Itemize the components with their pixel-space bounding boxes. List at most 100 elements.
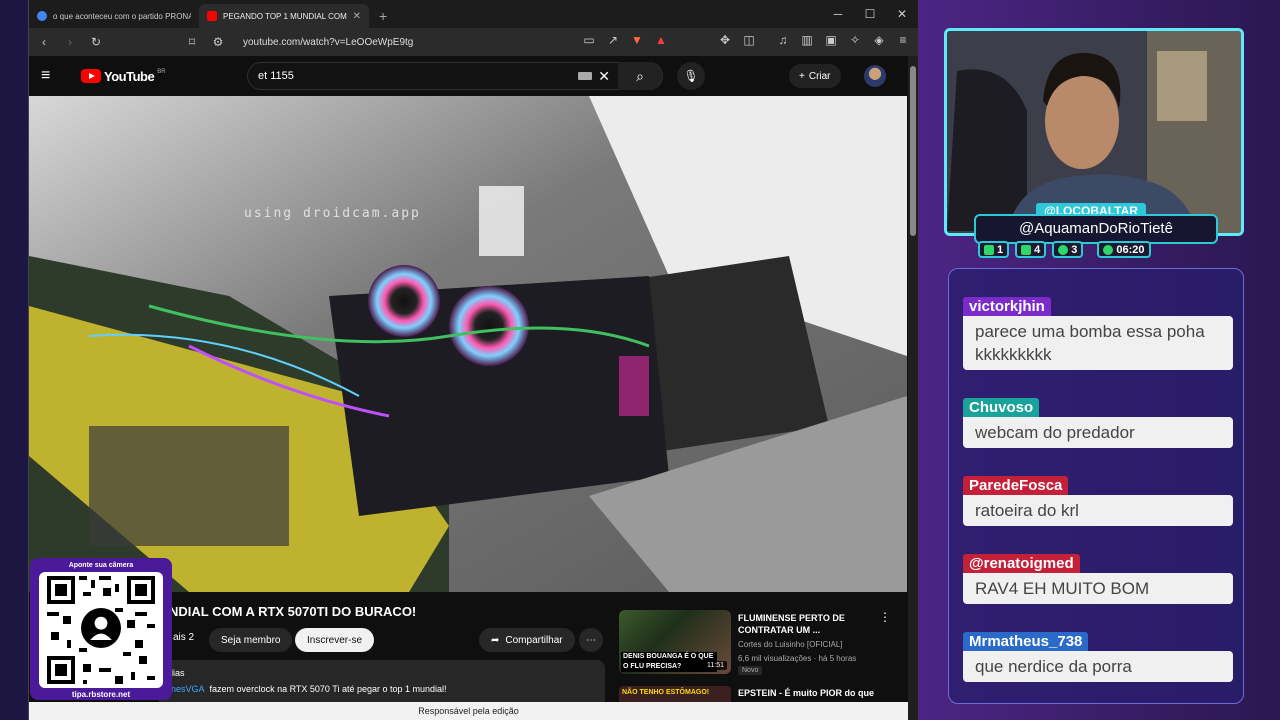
- share-icon: ➦: [491, 634, 500, 646]
- page-scrollbar[interactable]: [908, 56, 918, 720]
- close-tab-icon[interactable]: ✕: [353, 11, 361, 22]
- description-link[interactable]: nesVGA: [171, 684, 205, 694]
- keyboard-icon[interactable]: [578, 72, 593, 80]
- search-box: ✕ ⌕: [247, 62, 663, 90]
- video-frame: [29, 96, 907, 592]
- leo-icon[interactable]: ✧: [846, 33, 864, 47]
- youtube-play-icon: [81, 69, 101, 83]
- chat-stat: 1: [978, 241, 1010, 258]
- thumbnail-caption: DENIS BOUANGA É O QUE O FLU PRECISA?: [621, 652, 717, 672]
- join-button[interactable]: Seja membro: [209, 628, 293, 652]
- youtube-count: 4: [1034, 243, 1041, 256]
- youtube-stat: 4: [1015, 241, 1047, 258]
- chat-count: 1: [997, 243, 1004, 256]
- forward-icon[interactable]: ›: [61, 35, 79, 49]
- clear-search-icon[interactable]: ✕: [598, 68, 610, 85]
- recommended-title[interactable]: EPSTEIN - É muito PIOR do que: [738, 688, 874, 698]
- browser-toolbar: ‹ › ↻ ⌑ ⚙ youtube.com/watch?v=LeOOeWpE9t…: [29, 28, 918, 56]
- music-icon[interactable]: ♫: [774, 33, 792, 47]
- youtube-wordmark: YouTube: [104, 68, 155, 84]
- reload-icon[interactable]: ↻: [87, 35, 105, 49]
- maximize-button[interactable]: ☐: [854, 0, 886, 28]
- chat-message: Mrmatheus_738 que nerdice da porra: [963, 632, 1233, 682]
- clock-icon: [1103, 244, 1114, 255]
- recommended-thumbnail[interactable]: DENIS BOUANGA É O QUE O FLU PRECISA? 11:…: [619, 610, 731, 674]
- refresh-stat: 3: [1052, 241, 1084, 258]
- extensions-area: ▭ ↗ ▼ ▲ ✥ ◫ ♫ ▥ ▣ ✧ ◈ ≡: [580, 33, 912, 47]
- tab-youtube[interactable]: PEGANDO TOP 1 MUNDIAL COM A RTX ✕: [199, 4, 369, 28]
- bookmark-icon[interactable]: ⌑: [183, 35, 201, 49]
- chat-username: @renatoigmed: [963, 554, 1080, 573]
- chat-text: webcam do predador: [963, 417, 1233, 448]
- tab-bar: o que aconteceu com o partido PRONA - Pe…: [29, 0, 918, 28]
- share-icon[interactable]: ↗: [604, 33, 622, 47]
- chat-username: victorkjhin: [963, 297, 1051, 316]
- menu-icon[interactable]: ≡: [894, 33, 912, 47]
- create-button[interactable]: + Criar: [789, 64, 841, 88]
- chat-username: Chuvoso: [963, 398, 1040, 417]
- description-line-1: lias: [171, 668, 185, 678]
- refresh-icon: [1058, 244, 1069, 255]
- new-tab-button[interactable]: +: [369, 8, 397, 28]
- qr-url: tipa.rbstore.net: [71, 690, 131, 699]
- more-actions-button[interactable]: ⋯: [579, 628, 603, 652]
- site-info-icon[interactable]: ⚙: [209, 35, 227, 49]
- extensions-icon[interactable]: ✥: [716, 33, 734, 47]
- chat-text: RAV4 EH MUITO BOM: [963, 573, 1233, 604]
- chat-message: @renatoigmed RAV4 EH MUITO BOM: [963, 554, 1233, 604]
- voice-search-button[interactable]: 🎙︎: [677, 62, 705, 90]
- share-button[interactable]: ➦ Compartilhar: [479, 628, 575, 652]
- refresh-count: 3: [1071, 243, 1078, 256]
- qr-top-text: Aponte sua câmera: [68, 562, 134, 569]
- tab-title: o que aconteceu com o partido PRONA - Pe: [53, 11, 191, 21]
- chat-username: Mrmatheus_738: [963, 632, 1089, 651]
- share-label: Compartilhar: [505, 634, 563, 646]
- clock-time: 06:20: [1116, 243, 1145, 256]
- qr-panel: Aponte sua câmera tipa.rbstore.net: [30, 558, 172, 700]
- wallet-icon[interactable]: ▣: [822, 33, 840, 47]
- search-input[interactable]: [248, 70, 579, 82]
- clock-stat: 06:20: [1097, 241, 1151, 258]
- scrollbar-thumb[interactable]: [910, 66, 916, 236]
- minimize-button[interactable]: ─: [822, 0, 854, 28]
- qr-code: [39, 572, 163, 688]
- screenshot-icon[interactable]: ◫: [740, 33, 758, 47]
- recommended-channel[interactable]: Cortes do Luisinho [OFICIAL]: [738, 640, 843, 649]
- mic-icon: 🎙︎: [683, 69, 699, 83]
- back-icon[interactable]: ‹: [35, 35, 53, 49]
- search-icon: ⌕: [636, 67, 644, 84]
- channel-subscribers: ais 2: [173, 632, 195, 643]
- chat-icon: [984, 244, 994, 255]
- create-label: Criar: [808, 70, 831, 82]
- brave-rewards-icon[interactable]: ▲: [652, 33, 670, 47]
- chat-text: parece uma bomba essa poha kkkkkkkkk: [963, 316, 1233, 370]
- description-text: fazem overclock na RTX 5070 Ti até pegar…: [209, 684, 447, 694]
- close-window-button[interactable]: ✕: [886, 0, 918, 28]
- qr-pattern: [47, 576, 155, 684]
- subscribe-button[interactable]: Inscrever-se: [295, 628, 375, 652]
- sidebar-icon[interactable]: ▥: [798, 33, 816, 47]
- youtube-logo[interactable]: YouTube BR: [81, 69, 166, 84]
- chat-text: ratoeira do krl: [963, 495, 1233, 526]
- chat-message: ParedeFosca ratoeira do krl: [963, 476, 1233, 526]
- cast-icon[interactable]: ▭: [580, 33, 598, 47]
- stream-stats: 1 4 3 06:20: [978, 241, 1151, 258]
- kebab-menu-icon[interactable]: ⋮: [879, 610, 891, 624]
- plus-icon: +: [799, 70, 805, 82]
- avatar[interactable]: [864, 65, 886, 87]
- tab-prona[interactable]: o que aconteceu com o partido PRONA - Pe: [29, 4, 199, 28]
- video-player[interactable]: using droidcam.app: [29, 96, 907, 592]
- chat-message: Chuvoso webcam do predador: [963, 398, 1233, 448]
- recommended-title[interactable]: FLUMINENSE PERTO DE CONTRATAR UM ...: [738, 612, 878, 636]
- search-button[interactable]: ⌕: [618, 62, 662, 90]
- video-title: NDIAL COM A RTX 5070TI DO BURACO!: [169, 604, 417, 619]
- new-badge: Novo: [738, 666, 763, 675]
- google-icon: [37, 11, 47, 21]
- brave-shield-icon[interactable]: ▼: [628, 33, 646, 47]
- hamburger-menu-icon[interactable]: ≡: [41, 67, 69, 85]
- address-bar[interactable]: youtube.com/watch?v=LeOOeWpE9tg: [243, 37, 413, 48]
- vpn-icon[interactable]: ◈: [870, 33, 888, 47]
- youtube-header: ≡ YouTube BR ✕ ⌕ 🎙︎ +Criar: [29, 56, 908, 96]
- youtube-icon: [207, 11, 217, 21]
- youtube-icon: [1021, 244, 1032, 255]
